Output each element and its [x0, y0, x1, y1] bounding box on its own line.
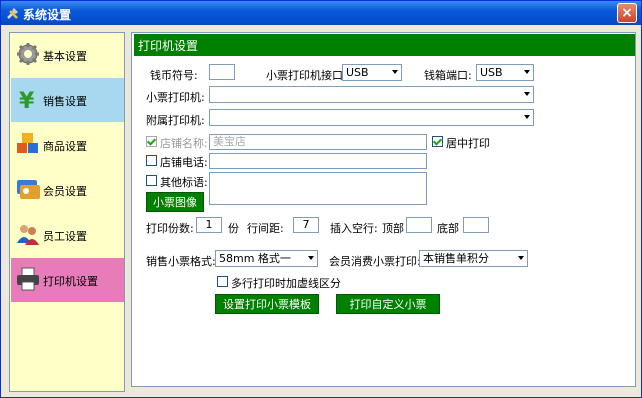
other-slogan-checkbox[interactable] — [146, 175, 157, 186]
member-receipt-select[interactable]: 本销售单积分 — [419, 250, 528, 267]
receipt-port-value: USB — [346, 66, 369, 79]
tools-icon — [7, 8, 18, 19]
currency-input[interactable] — [209, 64, 235, 80]
window-title: 系统设置 — [23, 8, 72, 22]
other-slogan-label: 其他标语: — [160, 176, 208, 189]
currency-label: 钱币符号: — [150, 69, 198, 82]
extra-printer-label: 附属打印机: — [146, 114, 205, 127]
store-phone-label: 店铺电话: — [160, 156, 208, 169]
printer-settings-panel: 打印机设置 钱币符号: 小票打印机接口: USB 钱箱端口: USB 小票打印机… — [131, 32, 636, 387]
chevron-down-icon — [392, 70, 398, 74]
copies-input[interactable]: 1 — [196, 217, 222, 233]
sales-format-value: 58mm 格式一 — [219, 252, 291, 265]
bottom-blank-input[interactable] — [463, 217, 489, 233]
close-button[interactable]: × — [617, 3, 637, 23]
receipt-image-button[interactable]: 小票图像 — [146, 192, 204, 212]
sidebar-item-label: 会员设置 — [43, 185, 87, 198]
copies-unit: 份 — [228, 222, 239, 235]
chevron-down-icon — [518, 256, 524, 260]
extra-printer-select[interactable] — [209, 109, 534, 126]
staff-icon — [17, 225, 39, 245]
sidebar-item-staff[interactable]: 员工设置 — [11, 213, 124, 257]
drawer-port-label: 钱箱端口: — [424, 69, 472, 82]
receipt-printer-select[interactable] — [209, 86, 534, 103]
chevron-down-icon — [524, 70, 530, 74]
sidebar: 基本设置 ¥ 销售设置 商品设置 会员设置 员工设置 打印机设置 — [9, 32, 125, 392]
gear-icon — [17, 43, 39, 65]
print-custom-receipt-button[interactable]: 打印自定义小票 — [336, 294, 440, 314]
sidebar-item-label: 商品设置 — [43, 140, 87, 153]
title-bar[interactable]: 系统设置 × — [1, 1, 641, 25]
chevron-down-icon — [524, 92, 530, 96]
sidebar-item-label: 基本设置 — [43, 50, 87, 63]
sidebar-item-member[interactable]: 会员设置 — [11, 168, 124, 212]
line-spacing-input[interactable]: 7 — [293, 217, 319, 233]
other-slogan-input[interactable] — [209, 172, 427, 205]
bottom-label: 底部 — [437, 222, 459, 235]
member-receipt-label: 会员消费小票打印: — [329, 255, 421, 268]
drawer-port-value: USB — [480, 66, 503, 79]
sidebar-item-label: 打印机设置 — [43, 275, 98, 288]
yen-icon: ¥ — [19, 89, 35, 112]
chevron-down-icon — [524, 115, 530, 119]
printer-icon — [17, 267, 39, 291]
sidebar-item-label: 员工设置 — [43, 230, 87, 243]
center-print-checkbox[interactable] — [432, 136, 443, 147]
top-blank-input[interactable] — [406, 217, 432, 233]
svg-text:¥: ¥ — [19, 89, 35, 112]
multi-line-dashed-label: 多行打印时加虚线区分 — [231, 277, 341, 290]
chevron-down-icon — [308, 256, 314, 260]
store-phone-checkbox[interactable] — [146, 155, 157, 166]
panel-title: 打印机设置 — [138, 39, 199, 53]
sidebar-item-printer[interactable]: 打印机设置 — [11, 258, 124, 302]
store-name-input[interactable]: 美宝店 — [209, 134, 427, 150]
boxes-icon — [17, 133, 38, 153]
drawer-port-select[interactable]: USB — [476, 64, 534, 81]
copies-label: 打印份数: — [146, 222, 194, 235]
receipt-printer-label: 小票打印机: — [146, 91, 205, 104]
sales-format-label: 销售小票格式: — [146, 255, 216, 268]
multi-line-dashed-checkbox[interactable] — [217, 276, 228, 287]
line-spacing-label: 行间距: — [247, 222, 284, 235]
receipt-port-label: 小票打印机接口: — [266, 69, 347, 82]
top-label: 顶部 — [382, 222, 404, 235]
sidebar-item-sales[interactable]: ¥ 销售设置 — [11, 78, 124, 122]
panel-header: 打印机设置 — [134, 34, 635, 56]
member-receipt-value: 本销售单积分 — [423, 252, 489, 265]
center-print-label: 居中打印 — [446, 137, 490, 150]
receipt-port-select[interactable]: USB — [342, 64, 402, 81]
store-name-checkbox[interactable] — [146, 136, 157, 147]
store-phone-input[interactable] — [209, 153, 427, 169]
insert-blank-label: 插入空行: — [330, 222, 378, 235]
member-card-icon — [17, 180, 40, 199]
sidebar-item-basic[interactable]: 基本设置 — [11, 33, 124, 77]
set-receipt-template-button[interactable]: 设置打印小票模板 — [215, 294, 319, 314]
sidebar-item-goods[interactable]: 商品设置 — [11, 123, 124, 167]
sidebar-item-label: 销售设置 — [43, 95, 87, 108]
settings-window: 系统设置 × 基本设置 ¥ 销售设置 商品设置 会员设置 员工设置 打印机设置 … — [0, 0, 642, 398]
store-name-label: 店铺名称: — [160, 137, 208, 150]
sales-format-select[interactable]: 58mm 格式一 — [215, 250, 318, 267]
